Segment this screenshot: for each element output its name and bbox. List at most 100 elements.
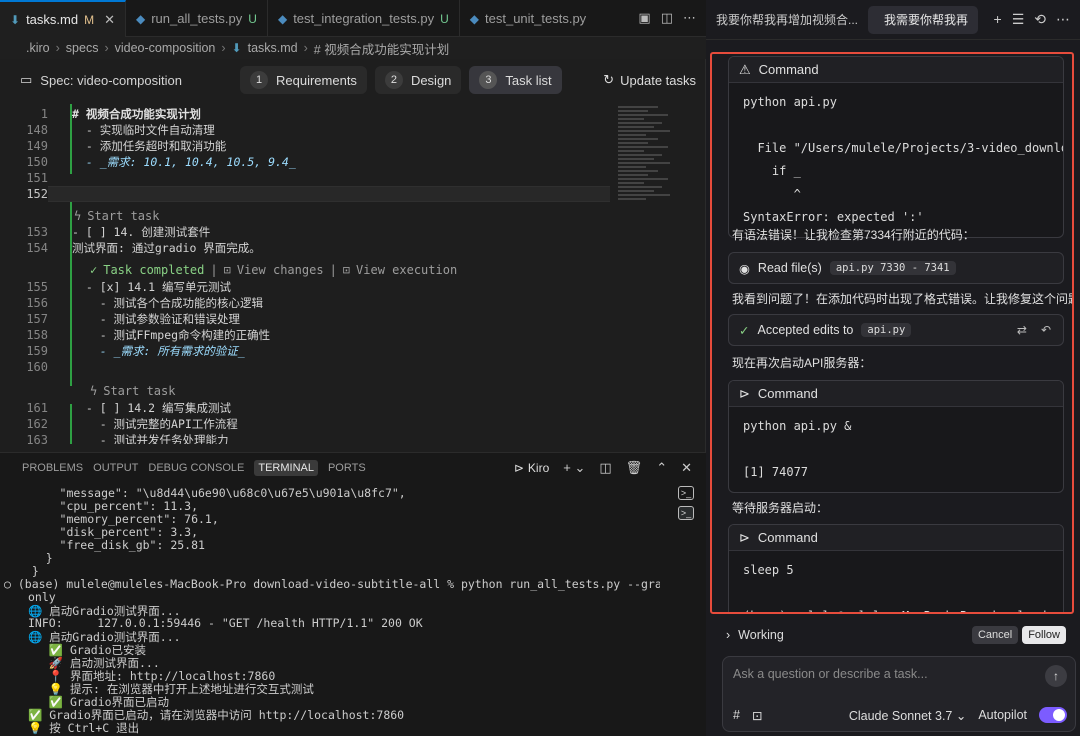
terminal-instance-icon[interactable]: >_: [678, 506, 694, 520]
image-icon[interactable]: ⊡: [752, 708, 762, 723]
split-editor-icon[interactable]: ◫: [661, 10, 673, 26]
code-line: 162 - 测试完整的API工作流程: [10, 416, 610, 432]
breadcrumb-item[interactable]: tasks.md: [248, 41, 298, 55]
list-icon[interactable]: ☰: [1012, 11, 1025, 28]
assistant-message: 等待服务器启动：: [732, 501, 829, 515]
modified-badge: M: [84, 12, 95, 27]
editor-tab-bar: ⬇ tasks.md M ✕ ◆ run_all_tests.py U ◆ te…: [0, 0, 706, 37]
line-text: - 实现临时文件自动清理: [72, 123, 215, 137]
code-editor[interactable]: 1 # 视频合成功能实现计划 148 - 实现临时文件自动清理 149 - 添加任…: [10, 104, 610, 444]
command-title: Command: [758, 62, 819, 77]
view-changes-link[interactable]: View changes: [237, 263, 324, 277]
code-line: 150 - _需求: 10.1, 10.4, 10.5, 9.4_: [10, 154, 610, 170]
terminal-icon: ⊳: [739, 529, 750, 545]
untracked-badge: U: [440, 11, 449, 26]
spec-title: ▭ Spec: video-composition: [10, 72, 240, 88]
panel-tab-ports[interactable]: PORTS: [328, 462, 366, 474]
hash-icon[interactable]: #: [733, 708, 740, 722]
command-header: ⚠ Command: [729, 57, 1063, 83]
panel-tab-terminal[interactable]: TERMINAL: [254, 459, 318, 476]
terminal-line: INFO: 127.0.0.1:59446 - "GET /health HTT…: [28, 616, 423, 630]
minimap[interactable]: [618, 104, 684, 434]
spec-step-requirements[interactable]: 1 Requirements: [240, 66, 367, 94]
panel-tab-bar: PROBLEMS OUTPUT DEBUG CONSOLE TERMINAL P…: [0, 452, 706, 482]
command-block: ⊳ Command python api.py & [1] 74077: [728, 380, 1064, 493]
history-icon[interactable]: ⟲: [1034, 11, 1046, 28]
breadcrumb-item[interactable]: # 视频合成功能实现计划: [314, 39, 449, 58]
cancel-button[interactable]: Cancel: [971, 626, 1019, 644]
tab-run-all-tests[interactable]: ◆ run_all_tests.py U: [126, 0, 268, 37]
more-icon[interactable]: ⋯: [1056, 11, 1070, 28]
update-tasks-button[interactable]: ↻ Update tasks: [603, 72, 706, 88]
terminal-instance-icon[interactable]: >_: [678, 486, 694, 500]
line-number: 162: [26, 417, 48, 431]
read-file-step[interactable]: ◉ Read file(s) api.py 7330 - 7341: [728, 252, 1064, 284]
panel-tab-debug-console[interactable]: DEBUG CONSOLE: [148, 462, 244, 474]
follow-button[interactable]: Follow: [1022, 626, 1066, 644]
assistant-message: 我看到问题了！在添加代码时出现了格式错误。让我修复这个问题：: [732, 292, 1074, 306]
line-text: - [ ] 14. 创建测试套件: [72, 225, 211, 239]
close-icon[interactable]: ✕: [681, 460, 692, 476]
divider: |: [210, 263, 218, 277]
step-label: Task list: [505, 72, 552, 88]
breadcrumb-item[interactable]: specs: [66, 41, 99, 55]
terminal-line: "free_disk_gb": 25.81: [18, 538, 205, 552]
code-line: 154 测试界面: 通过gradio 界面完成。: [10, 240, 610, 256]
code-line: 163 - 测试并发任务处理能力: [10, 432, 610, 444]
codelens-label: Start task: [103, 384, 176, 398]
breadcrumb-item[interactable]: video-composition: [115, 41, 216, 55]
chevron-right-icon[interactable]: ›: [726, 628, 730, 642]
chevron-up-icon[interactable]: ⌃: [656, 460, 667, 476]
close-icon[interactable]: ✕: [104, 12, 115, 28]
terminal-output[interactable]: "message": "\u8d44\u6e90\u68c0\u67e5\u90…: [0, 482, 660, 736]
new-terminal-icon[interactable]: + ⌄: [563, 460, 585, 476]
tab-tasks-md[interactable]: ⬇ tasks.md M ✕: [0, 0, 126, 37]
terminal-selector[interactable]: ⊳ Kiro: [514, 461, 549, 475]
codelens-start-task[interactable]: ϟ Start task: [90, 384, 175, 398]
autopilot-toggle[interactable]: [1039, 707, 1067, 723]
line-number: 159: [26, 344, 48, 358]
python-icon: ◆: [469, 11, 480, 26]
working-actions: Cancel Follow: [971, 626, 1066, 644]
chat-tab-label: 我需要你帮我再: [884, 13, 969, 27]
accepted-edits-step[interactable]: ✓ Accepted edits to api.py ⇄ ↶: [728, 314, 1064, 346]
step-label: Requirements: [276, 72, 357, 88]
line-number: 152: [26, 187, 48, 201]
split-terminal-icon[interactable]: ◫: [599, 460, 611, 476]
line-number: 156: [26, 296, 48, 310]
chat-input-placeholder[interactable]: Ask a question or describe a task...: [733, 667, 928, 681]
codelens-start-task[interactable]: ϟ Start task: [74, 209, 159, 223]
line-number: 150: [26, 155, 48, 169]
spec-step-design[interactable]: 2 Design: [374, 66, 462, 94]
panel-tab-output[interactable]: OUTPUT: [93, 462, 138, 474]
terminal-name: Kiro: [527, 460, 550, 475]
terminal-line: "cpu_percent": 11.3,: [18, 499, 199, 513]
untracked-badge: U: [248, 11, 257, 26]
code-line: 151: [10, 170, 610, 186]
tab-test-integration[interactable]: ◆ test_integration_tests.py U: [268, 0, 460, 37]
plus-icon[interactable]: +: [994, 11, 1002, 28]
tab-test-unit[interactable]: ◆ test_unit_tests.py: [460, 0, 596, 37]
check-icon: ✓: [90, 263, 98, 277]
divider: |: [329, 263, 337, 277]
send-button[interactable]: ↑: [1045, 665, 1067, 687]
panel-tab-problems[interactable]: PROBLEMS: [22, 462, 83, 474]
trash-icon[interactable]: 🗑: [626, 460, 643, 476]
chat-input-box[interactable]: Ask a question or describe a task... ↑ #…: [722, 656, 1076, 732]
spec-step-task-list[interactable]: 3 Task list: [469, 66, 562, 94]
line-text: - 测试各个合成功能的核心逻辑: [72, 296, 264, 310]
view-execution-link[interactable]: View execution: [356, 263, 457, 277]
chat-tab[interactable]: 我要你帮我再增加视频合...: [706, 6, 868, 34]
chat-tab-active[interactable]: 我需要你帮我再: [868, 5, 979, 34]
code-line: 156 - 测试各个合成功能的核心逻辑: [10, 295, 610, 311]
code-line: 158 - 测试FFmpeg命令构建的正确性: [10, 327, 610, 343]
breadcrumb-item[interactable]: .kiro: [26, 41, 50, 55]
preview-icon[interactable]: ▣: [638, 10, 650, 26]
tab-label: test_integration_tests.py: [293, 11, 435, 26]
diff-icon[interactable]: ⇄: [1017, 323, 1027, 337]
file-chip[interactable]: api.py: [861, 323, 912, 337]
more-icon[interactable]: ⋯: [683, 10, 696, 26]
file-chip[interactable]: api.py 7330 - 7341: [829, 261, 956, 275]
model-selector[interactable]: Claude Sonnet 3.7 ⌄: [849, 708, 967, 723]
undo-icon[interactable]: ↶: [1041, 323, 1051, 337]
